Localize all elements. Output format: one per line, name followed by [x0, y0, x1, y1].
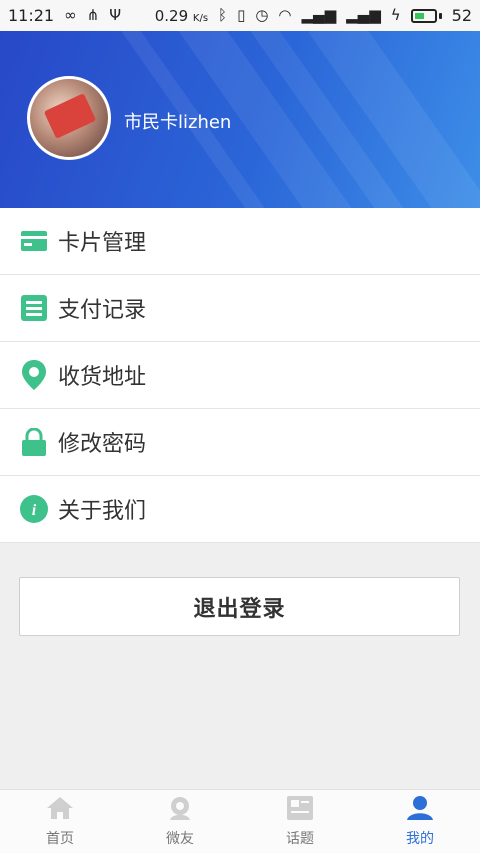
status-bar: 11:21 ∞ ⋔ Ψ 0.29 K/s ᛒ ▯ ◷ ◠ ▂▄▆ ▂▄▆ ϟ 5… — [0, 0, 480, 31]
card-icon — [20, 227, 48, 255]
menu-item-label: 修改密码 — [58, 432, 147, 457]
bluetooth-icon: ᛒ — [218, 6, 228, 24]
menu-item-change-password[interactable]: 修改密码 — [0, 409, 480, 476]
friends-icon — [166, 796, 194, 824]
menu-item-payment-records[interactable]: 支付记录 — [0, 275, 480, 342]
battery-level: 52 — [451, 6, 472, 25]
tab-label: 首页 — [46, 830, 74, 847]
alarm-icon: ◷ — [255, 6, 269, 24]
tab-topics[interactable]: 话题 — [240, 790, 360, 853]
info-icon: i — [20, 495, 48, 523]
home-icon — [46, 796, 74, 824]
menu-item-label: 关于我们 — [58, 499, 147, 524]
tab-label: 话题 — [286, 830, 314, 847]
wifi-icon: ◠ — [278, 6, 292, 24]
tab-mine[interactable]: 我的 — [360, 790, 480, 853]
tab-friends[interactable]: 微友 — [120, 790, 240, 853]
menu-item-about-us[interactable]: i 关于我们 — [0, 476, 480, 543]
profile-menu: 卡片管理 支付记录 收货地址 修改密码 i 关于我们 — [0, 208, 480, 543]
profile-header: 市民卡lizhen — [0, 31, 480, 208]
bottom-tab-bar: 首页 微友 话题 我的 — [0, 789, 480, 853]
vibrate-icon: ▯ — [237, 6, 246, 24]
usb-icon: Ψ — [109, 6, 121, 24]
network-speed: 0.29 K/s — [154, 6, 209, 25]
lock-icon — [20, 428, 48, 456]
tab-home[interactable]: 首页 — [0, 790, 120, 853]
infinity-icon: ∞ — [64, 6, 77, 24]
topic-icon — [287, 795, 313, 824]
menu-item-shipping-address[interactable]: 收货地址 — [0, 342, 480, 409]
menu-item-label: 支付记录 — [58, 298, 147, 323]
avatar[interactable] — [27, 76, 111, 160]
svg-text:i: i — [32, 502, 37, 519]
tab-label: 我的 — [406, 830, 434, 847]
charging-icon: ϟ — [390, 6, 401, 24]
location-pin-icon — [20, 360, 48, 390]
battery-icon — [410, 8, 442, 23]
tab-label: 微友 — [166, 830, 194, 847]
person-icon — [407, 795, 433, 824]
status-time: 11:21 — [8, 6, 55, 25]
signal-4g-icon: ▂▄▆ — [301, 6, 337, 24]
menu-item-label: 收货地址 — [58, 365, 147, 390]
username[interactable]: 市民卡lizhen — [124, 108, 231, 134]
share-nodes-icon: ⋔ — [86, 6, 100, 24]
menu-item-card-management[interactable]: 卡片管理 — [0, 208, 480, 275]
signal-icon: ▂▄▆ — [346, 6, 381, 24]
list-icon — [20, 294, 48, 322]
logout-button[interactable]: 退出登录 — [19, 577, 460, 636]
menu-item-label: 卡片管理 — [58, 231, 147, 256]
